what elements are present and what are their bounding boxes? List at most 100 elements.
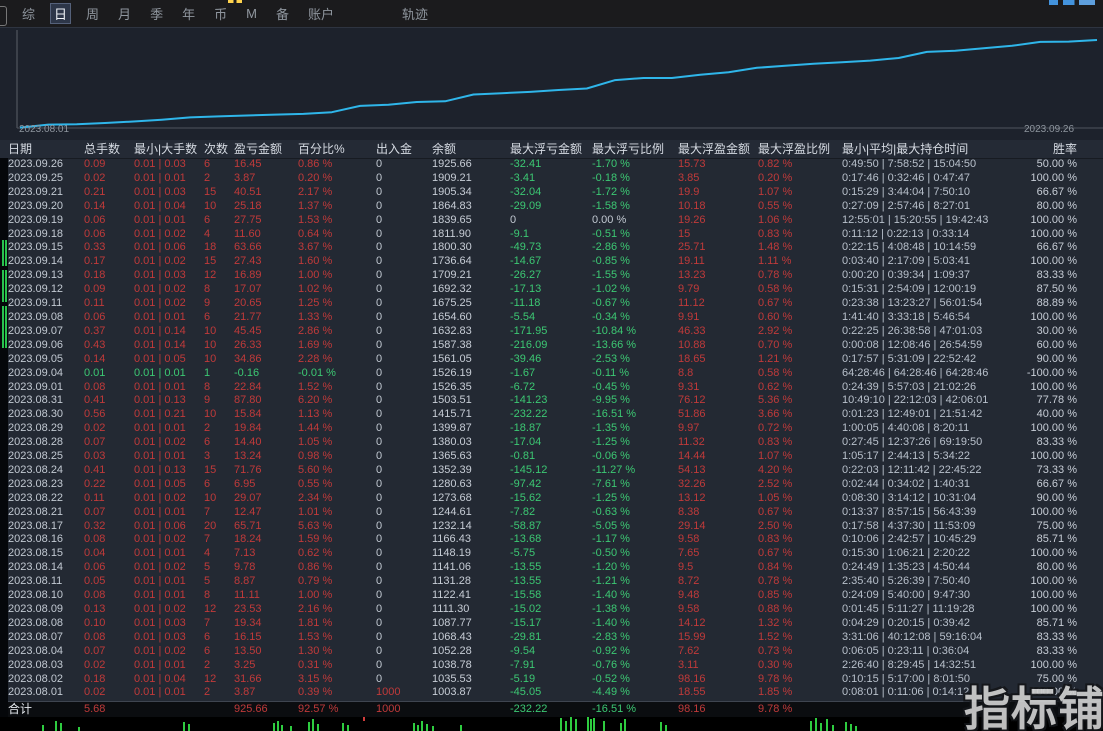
trade-tick-green	[845, 722, 847, 731]
table-row[interactable]: 2023.09.05 0.14 0.01 | 0.05 10 34.86 2.28 % 0 1…	[0, 353, 1103, 367]
tab-5[interactable]: 季	[146, 3, 167, 24]
table-row[interactable]: 2023.08.04 0.07 0.01 | 0.02 6 13.50 1.30 % 0 10…	[0, 645, 1103, 659]
column-header[interactable]: 日期	[0, 140, 84, 158]
cell: 0.01 | 0.06	[134, 519, 186, 532]
cell: 0	[376, 658, 383, 671]
column-header[interactable]: 最小|大手数	[134, 140, 204, 158]
total-row: 合计 5.68 925.66 92.57 % 1000 -232.22 -16.51 % 98…	[0, 701, 1103, 718]
table-row[interactable]: 2023.08.23 0.22 0.01 | 0.05 6 6.95 0.55 % 0 128…	[0, 478, 1103, 492]
table-row[interactable]: 2023.09.07 0.37 0.01 | 0.14 10 45.45 2.86 % 0 1…	[0, 325, 1103, 339]
cell: 0:10:06 | 2:42:57 | 10:45:29	[842, 533, 977, 546]
column-header[interactable]: 最大浮盈金额	[678, 140, 758, 158]
table-row[interactable]: 2023.08.14 0.06 0.01 | 0.02 5 9.78 0.86 % 0 114…	[0, 561, 1103, 575]
column-header[interactable]: 出入金	[376, 140, 432, 158]
cell: -7.82	[510, 505, 536, 518]
cell: -9.54	[510, 644, 536, 657]
table-row[interactable]: 2023.08.11 0.05 0.01 | 0.01 5 8.87 0.79 % 0 113…	[0, 575, 1103, 589]
table-row[interactable]: 2023.09.06 0.43 0.01 | 0.14 10 26.33 1.69 % 0 1…	[0, 339, 1103, 353]
tab-2[interactable]: 日	[50, 3, 72, 24]
table-row[interactable]: 2023.09.21 0.21 0.01 | 0.03 15 40.51 2.17 % 0 1…	[0, 186, 1103, 200]
table-row[interactable]: 2023.08.16 0.08 0.01 | 0.02 7 18.24 1.59 % 0 11…	[0, 533, 1103, 547]
table-row[interactable]: 2023.09.08 0.06 0.01 | 0.01 6 21.77 1.33 % 0 16…	[0, 311, 1103, 325]
table-row[interactable]: 2023.09.14 0.17 0.01 | 0.02 15 27.43 1.60 % 0 1…	[0, 255, 1103, 269]
table-row[interactable]: 2023.08.17 0.32 0.01 | 0.06 20 65.71 5.63 % 0 1…	[0, 520, 1103, 534]
table-row[interactable]: 2023.08.22 0.11 0.01 | 0.02 10 29.07 2.34 % 0 1…	[0, 492, 1103, 506]
table-row[interactable]: 2023.08.21 0.07 0.01 | 0.01 7 12.47 1.01 % 0 12…	[0, 506, 1103, 520]
tab-6[interactable]: 年	[178, 3, 199, 24]
cell: 1087.77	[432, 616, 472, 629]
table-row[interactable]: 2023.08.15 0.04 0.01 | 0.01 4 7.13 0.62 % 0 114…	[0, 547, 1103, 561]
table-row[interactable]: 2023.09.01 0.08 0.01 | 0.01 8 22.84 1.52 % 0 15…	[0, 381, 1103, 395]
cell: 2023.08.08	[8, 616, 64, 629]
cell: 0	[376, 547, 383, 560]
table-row[interactable]: 2023.08.02 0.18 0.01 | 0.04 12 31.66 3.15 % 0 1…	[0, 673, 1103, 687]
column-header[interactable]: 最小|平均|最大持仓时间	[842, 140, 1022, 158]
table-row[interactable]: 2023.08.03 0.02 0.01 | 0.01 2 3.25 0.31 % 0 103…	[0, 659, 1103, 673]
tab-9[interactable]: 备	[272, 3, 293, 24]
table-row[interactable]: 2023.09.12 0.09 0.01 | 0.02 8 17.07 1.02 % 0 16…	[0, 283, 1103, 297]
left-edge-strip	[0, 158, 8, 717]
cell: -29.09	[510, 199, 542, 212]
table-row[interactable]: 2023.09.04 0.01 0.01 | 0.01 1 -0.16 -0.01 % 0 1…	[0, 367, 1103, 381]
table-row[interactable]: 2023.08.30 0.56 0.01 | 0.21 10 15.84 1.13 % 0 1…	[0, 408, 1103, 422]
table-row[interactable]: 2023.09.18 0.06 0.01 | 0.02 4 11.60 0.64 % 0 18…	[0, 228, 1103, 242]
table-row[interactable]: 2023.08.01 0.02 0.01 | 0.01 2 3.87 0.39 % 1000…	[0, 686, 1103, 700]
trade-tick-green	[590, 719, 592, 731]
table-row[interactable]: 2023.09.13 0.18 0.01 | 0.03 12 16.89 1.00 % 0 1…	[0, 269, 1103, 283]
table-row[interactable]: 2023.09.19 0.06 0.01 | 0.01 6 27.75 1.53 % 0 18…	[0, 214, 1103, 228]
cell: 0.01 | 0.14	[134, 338, 186, 351]
cell: -1.25 %	[592, 436, 630, 449]
column-header[interactable]: 最大浮盈比例	[758, 140, 842, 158]
tab-7[interactable]: 币	[210, 3, 231, 24]
table-row[interactable]: 2023.09.11 0.11 0.01 | 0.02 9 20.65 1.25 % 0 16…	[0, 297, 1103, 311]
cell: 2.34 %	[298, 491, 333, 504]
cell: -0.11 %	[592, 366, 630, 379]
cell: 0	[376, 630, 383, 643]
cell: 0.01 | 0.01	[134, 547, 186, 560]
cell: 11.32	[678, 436, 705, 449]
column-header[interactable]: 次数	[204, 140, 234, 158]
table-row[interactable]: 2023.08.07 0.08 0.01 | 0.03 6 16.15 1.53 % 0 10…	[0, 631, 1103, 645]
cell: 80.00 %	[1036, 561, 1077, 574]
trade-tick-green	[460, 725, 462, 731]
cell: 0.39 %	[298, 686, 333, 699]
cell: 1380.03	[432, 436, 472, 449]
table-row[interactable]: 2023.08.10 0.08 0.01 | 0.01 8 11.11 1.00 % 0 11…	[0, 589, 1103, 603]
table-row[interactable]: 2023.08.28 0.07 0.01 | 0.02 6 14.40 1.05 % 0 13…	[0, 436, 1103, 450]
table-row[interactable]: 2023.09.26 0.09 0.01 | 0.03 6 16.45 0.86 % 0 19…	[0, 158, 1103, 172]
cell: -1.70 %	[592, 158, 630, 170]
cell: 19.34	[234, 616, 262, 629]
cell: 4	[204, 547, 211, 560]
tab-10[interactable]: 账户	[304, 3, 338, 24]
table-row[interactable]: 2023.08.25 0.03 0.01 | 0.01 3 13.24 0.98 % 0 13…	[0, 450, 1103, 464]
cell: 100.00 %	[1030, 380, 1077, 393]
table-row[interactable]: 2023.09.15 0.33 0.01 | 0.06 18 63.66 3.67 % 0 1…	[0, 241, 1103, 255]
cell: 0	[376, 616, 383, 629]
table-row[interactable]: 2023.08.24 0.41 0.01 | 0.13 15 71.76 5.60 % 0 1…	[0, 464, 1103, 478]
cell: 46.33	[678, 324, 706, 337]
tab-4[interactable]: 月	[114, 3, 135, 24]
tab-3[interactable]: 周	[82, 3, 103, 24]
column-header[interactable]: 盈亏金额	[234, 140, 298, 158]
column-header[interactable]: 总手数	[84, 140, 134, 158]
cell: 0.01 | 0.03	[134, 616, 186, 629]
table-row[interactable]: 2023.08.08 0.10 0.01 | 0.03 7 19.34 1.81 % 0 10…	[0, 617, 1103, 631]
column-header[interactable]: 最大浮亏金额	[510, 140, 592, 158]
table-row[interactable]: 2023.09.20 0.14 0.01 | 0.04 10 25.18 1.37 % 0 1…	[0, 200, 1103, 214]
table-row[interactable]: 2023.09.25 0.02 0.01 | 0.01 2 3.87 0.20 % 0 190…	[0, 172, 1103, 186]
cell: -10.84 %	[592, 324, 637, 337]
table-row[interactable]: 2023.08.09 0.13 0.01 | 0.02 12 23.53 2.16 % 0 1…	[0, 603, 1103, 617]
tab-8[interactable]: M	[242, 5, 261, 22]
column-header[interactable]: 胜率	[1022, 140, 1103, 158]
column-header[interactable]: 余额	[432, 140, 510, 158]
column-header[interactable]: 最大浮亏比例	[592, 140, 678, 158]
tab-trail[interactable]: 轨迹	[402, 4, 428, 23]
table-row[interactable]: 2023.08.31 0.41 0.01 | 0.13 9 87.80 6.20 % 0 15…	[0, 394, 1103, 408]
cell: 0:06:05 | 0:23:11 | 0:36:04	[842, 644, 970, 657]
cell: -0.50 %	[592, 547, 630, 560]
table-row[interactable]: 2023.08.29 0.02 0.01 | 0.01 2 19.84 1.44 % 0 13…	[0, 422, 1103, 436]
cell: 0.01 | 0.01	[134, 575, 186, 588]
column-header[interactable]: 百分比%	[298, 140, 376, 158]
tab-1[interactable]: 综	[18, 3, 39, 24]
cell: -0.52 %	[592, 672, 630, 685]
